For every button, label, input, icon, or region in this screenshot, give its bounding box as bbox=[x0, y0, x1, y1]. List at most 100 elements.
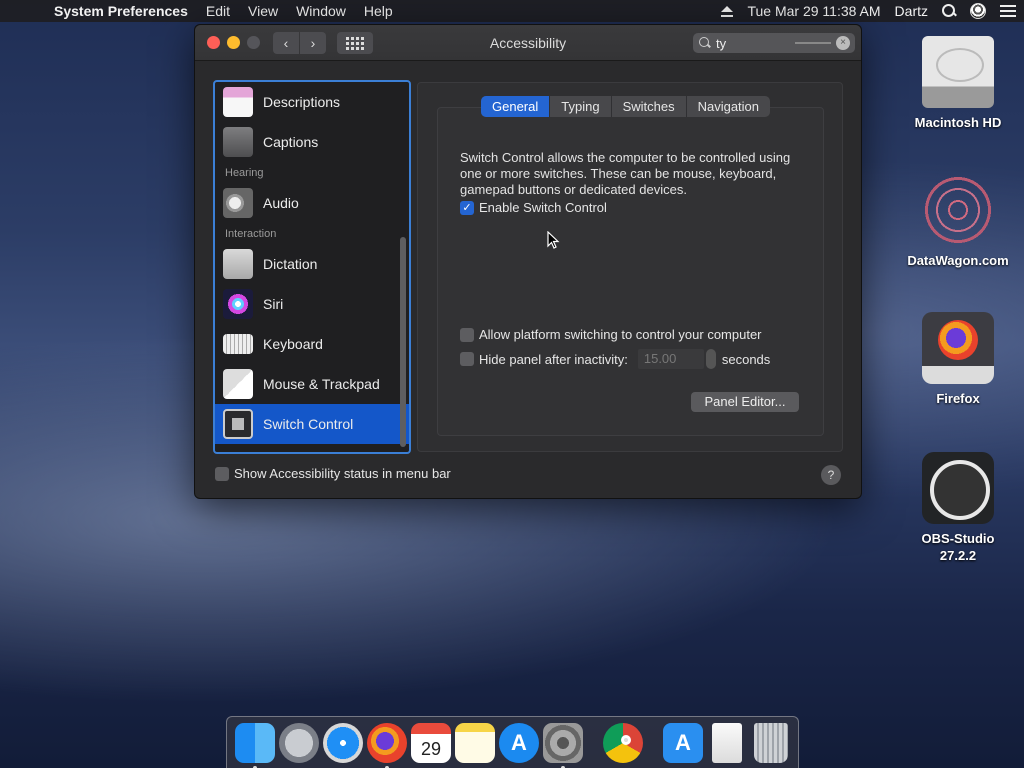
accessibility-sidebar[interactable]: Descriptions Captions Hearing Audio Inte… bbox=[213, 80, 411, 454]
general-tab-pane: Switch Control allows the computer to be… bbox=[437, 107, 824, 436]
platform-switching-row[interactable]: Allow platform switching to control your… bbox=[460, 327, 762, 342]
enable-switch-control-row[interactable]: ✓ Enable Switch Control bbox=[460, 200, 607, 215]
sidebar-item-siri[interactable]: Siri bbox=[215, 284, 409, 324]
enable-switch-control-checkbox[interactable]: ✓ bbox=[460, 200, 474, 215]
sidebar-item-switch-control[interactable]: Switch Control bbox=[215, 404, 409, 444]
sidebar-item-label: Keyboard bbox=[263, 336, 323, 352]
desktop-icon-macintosh-hd[interactable]: Macintosh HD bbox=[898, 36, 1018, 131]
menu-help[interactable]: Help bbox=[364, 3, 393, 19]
tab-typing[interactable]: Typing bbox=[550, 96, 612, 117]
sidebar-item-dictation[interactable]: Dictation bbox=[215, 244, 409, 284]
system-preferences-icon[interactable] bbox=[543, 722, 583, 768]
menubar-clock[interactable]: Tue Mar 29 11:38 AM bbox=[747, 3, 880, 19]
hide-panel-row[interactable]: Hide panel after inactivity: 15.00 secon… bbox=[460, 349, 770, 369]
window-titlebar[interactable]: ‹ › Accessibility × bbox=[195, 25, 861, 61]
firefox-installer-icon bbox=[922, 312, 994, 384]
desktop-icon-label: Macintosh HD bbox=[914, 115, 1002, 130]
search-icon bbox=[699, 37, 711, 49]
calendar-icon[interactable]: 29 bbox=[411, 722, 451, 763]
status-menu-row[interactable]: Show Accessibility status in menu bar bbox=[215, 466, 451, 481]
switch-control-description: Switch Control allows the computer to be… bbox=[460, 150, 791, 197]
notes-icon[interactable] bbox=[455, 722, 495, 763]
safari-icon[interactable] bbox=[323, 722, 363, 763]
siri-menu-icon[interactable] bbox=[970, 3, 986, 19]
desktop-icon-label: DataWagon.com bbox=[907, 253, 1009, 268]
captions-icon bbox=[223, 127, 253, 157]
menu-view[interactable]: View bbox=[248, 3, 278, 19]
sidebar-item-label: Dictation bbox=[263, 256, 318, 272]
finder-icon[interactable] bbox=[235, 722, 275, 768]
tab-switches[interactable]: Switches bbox=[612, 96, 687, 117]
notification-center-icon[interactable] bbox=[1000, 5, 1016, 17]
chrome-icon[interactable] bbox=[603, 722, 643, 763]
eject-icon[interactable] bbox=[721, 5, 734, 17]
zoom-button[interactable] bbox=[247, 36, 260, 49]
sidebar-item-mouse-trackpad[interactable]: Mouse & Trackpad bbox=[215, 364, 409, 404]
sidebar-item-label: Switch Control bbox=[263, 416, 354, 432]
help-button[interactable]: ? bbox=[821, 465, 841, 485]
menu-bar: System Preferences Edit View Window Help… bbox=[0, 0, 1024, 22]
dock: 29 A A bbox=[226, 716, 799, 768]
launchpad-icon[interactable] bbox=[279, 722, 319, 763]
tab-navigation[interactable]: Navigation bbox=[687, 96, 770, 117]
descriptions-icon bbox=[223, 87, 253, 117]
sidebar-item-label: Descriptions bbox=[263, 94, 341, 110]
keyboard-icon bbox=[223, 334, 253, 354]
document-icon[interactable] bbox=[712, 722, 742, 763]
menu-edit[interactable]: Edit bbox=[206, 3, 230, 19]
desktop-icon-datawagon[interactable]: DataWagon.com bbox=[898, 174, 1018, 269]
sidebar-item-label: Mouse & Trackpad bbox=[263, 376, 380, 392]
desktop-icon-obs-studio[interactable]: OBS-Studio 27.2.2 bbox=[898, 452, 1018, 564]
sidebar-section-interaction: Interaction bbox=[225, 227, 277, 240]
desktop-icon-label: OBS-Studio 27.2.2 bbox=[921, 531, 995, 563]
hide-panel-label: Hide panel after inactivity: bbox=[479, 351, 628, 367]
sidebar-item-label: Siri bbox=[263, 296, 284, 312]
forward-button[interactable]: › bbox=[300, 32, 326, 54]
search-field-track bbox=[795, 42, 831, 44]
back-button[interactable]: ‹ bbox=[273, 32, 299, 54]
preferences-search[interactable]: × bbox=[693, 33, 855, 53]
platform-switching-label: Allow platform switching to control your… bbox=[479, 327, 762, 342]
hide-panel-checkbox[interactable] bbox=[460, 352, 474, 366]
inactivity-seconds-stepper[interactable] bbox=[705, 349, 716, 369]
firefox-icon[interactable] bbox=[367, 722, 407, 768]
calendar-day: 29 bbox=[420, 738, 442, 759]
sidebar-item-label: Audio bbox=[263, 195, 299, 211]
status-menu-checkbox[interactable] bbox=[215, 466, 229, 481]
speaker-icon bbox=[223, 188, 253, 218]
trash-icon[interactable] bbox=[754, 722, 788, 763]
sidebar-item-descriptions[interactable]: Descriptions bbox=[215, 82, 409, 122]
sidebar-section-hearing: Hearing bbox=[225, 166, 264, 179]
menu-window[interactable]: Window bbox=[296, 3, 346, 19]
sidebar-scrollbar[interactable] bbox=[400, 237, 406, 447]
tab-general[interactable]: General bbox=[481, 96, 551, 117]
mouse-trackpad-icon bbox=[223, 369, 253, 399]
sidebar-item-label: Captions bbox=[263, 134, 319, 150]
close-button[interactable] bbox=[207, 36, 220, 49]
menu-app-name[interactable]: System Preferences bbox=[54, 3, 188, 19]
microphone-icon bbox=[223, 249, 253, 279]
tab-bar: General Typing Switches Navigation bbox=[481, 96, 771, 117]
desktop-icon-firefox[interactable]: Firefox bbox=[898, 312, 1018, 407]
menubar-user[interactable]: Dartz bbox=[895, 3, 928, 19]
sidebar-item-keyboard[interactable]: Keyboard bbox=[215, 324, 409, 364]
sidebar-item-captions[interactable]: Captions bbox=[215, 122, 409, 162]
switch-control-pane: General Typing Switches Navigation Switc… bbox=[417, 82, 843, 452]
obs-studio-icon bbox=[922, 452, 994, 524]
inactivity-seconds-field[interactable]: 15.00 bbox=[637, 349, 704, 369]
switch-control-icon bbox=[223, 409, 253, 439]
datawagon-logo-icon bbox=[922, 174, 994, 246]
show-all-grid-icon[interactable] bbox=[337, 32, 373, 54]
sidebar-item-audio[interactable]: Audio bbox=[215, 183, 409, 223]
panel-editor-button[interactable]: Panel Editor... bbox=[691, 392, 799, 412]
siri-icon bbox=[223, 289, 253, 319]
clear-search-icon[interactable]: × bbox=[836, 36, 850, 50]
minimize-button[interactable] bbox=[227, 36, 240, 49]
platform-switching-checkbox[interactable] bbox=[460, 327, 474, 342]
spotlight-search-icon[interactable] bbox=[942, 4, 956, 18]
app-store-download-icon[interactable]: A bbox=[663, 722, 703, 763]
hard-drive-icon bbox=[922, 36, 994, 108]
desktop-icon-label: Firefox bbox=[936, 391, 980, 406]
app-store-icon[interactable]: A bbox=[499, 722, 539, 763]
seconds-unit-label: seconds bbox=[721, 351, 771, 367]
